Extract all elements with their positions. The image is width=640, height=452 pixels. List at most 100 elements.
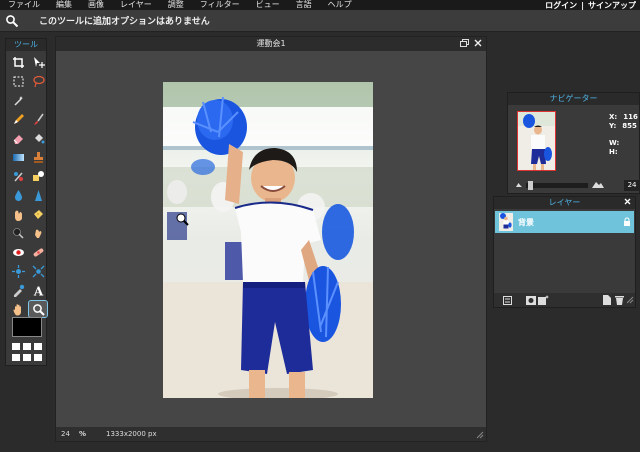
nav-x-value: 116 — [623, 113, 638, 121]
navigator-zoom-value[interactable]: 24 — [624, 179, 640, 191]
grid-icon[interactable] — [12, 343, 42, 361]
zoom-out-mountain-icon[interactable] — [516, 180, 522, 190]
trash-icon[interactable] — [614, 295, 624, 305]
type-tool[interactable]: A — [29, 282, 47, 298]
brush-tool[interactable] — [29, 111, 47, 127]
hand-tool[interactable] — [9, 301, 27, 317]
bandage-icon — [33, 247, 43, 257]
foreground-color-swatch[interactable] — [12, 317, 42, 337]
color-replace-tool[interactable] — [9, 168, 27, 184]
new-layer-icon[interactable] — [602, 295, 612, 305]
layer-thumbnail — [499, 213, 513, 231]
move-icon — [33, 56, 45, 68]
blur-tool[interactable] — [9, 187, 27, 203]
magnifier-icon — [5, 14, 19, 28]
layer-styles-icon[interactable] — [538, 295, 550, 305]
navigator-info: X: 116 Y: 855 W: H: — [609, 113, 638, 157]
auth-separator: | — [581, 0, 584, 10]
layers-panel: レイヤー 背景 — [493, 196, 636, 308]
zoom-icon — [32, 303, 45, 316]
spot-heal-tool[interactable] — [29, 244, 47, 260]
navigator-title: ナビゲーター — [508, 93, 639, 105]
dodge-tool[interactable] — [9, 225, 27, 241]
sharpen-icon — [34, 189, 42, 201]
document-size: 1333x2000 px — [106, 430, 157, 438]
menu-language[interactable]: 言語 — [296, 0, 312, 10]
drop-icon — [14, 189, 22, 201]
magic-wand-tool[interactable] — [9, 92, 27, 108]
red-eye-icon — [12, 248, 24, 256]
svg-text:A: A — [32, 284, 43, 297]
eraser-tool[interactable] — [9, 130, 27, 146]
close-icon[interactable] — [474, 39, 482, 50]
navigator-zoom: 24 — [516, 179, 640, 191]
sponge-tool[interactable] — [29, 206, 47, 222]
zoom-tool[interactable] — [28, 300, 48, 318]
resize-grip-icon[interactable] — [625, 295, 635, 305]
layer-mask-icon[interactable] — [526, 295, 536, 305]
zoom-in-mountain-icon[interactable] — [592, 180, 605, 191]
zoom-slider-handle[interactable] — [528, 180, 533, 190]
menu-image[interactable]: 画像 — [88, 0, 104, 10]
burn-tool[interactable] — [29, 225, 47, 241]
login-link[interactable]: ログイン — [545, 0, 577, 11]
canvas-area[interactable] — [56, 51, 486, 427]
stamp-icon — [33, 151, 43, 163]
nav-y-label: Y: — [609, 122, 617, 130]
document-window: 運動会1 24 % 1333x2000 px — [55, 36, 487, 442]
restore-window-icon[interactable] — [460, 38, 469, 50]
sharpen-tool[interactable] — [29, 187, 47, 203]
layer-item[interactable]: 背景 — [495, 211, 634, 233]
gradient-tool[interactable] — [9, 149, 27, 165]
menu-file[interactable]: ファイル — [8, 0, 40, 10]
menu-adjust[interactable]: 調整 — [168, 0, 184, 10]
move-tool[interactable] — [29, 54, 47, 70]
menu-help[interactable]: ヘルプ — [328, 0, 352, 10]
menu-layer[interactable]: レイヤー — [120, 0, 152, 10]
clone-stamp-tool[interactable] — [29, 149, 47, 165]
lasso-tool[interactable] — [29, 73, 47, 89]
menu-filter[interactable]: フィルター — [200, 0, 240, 10]
zoom-level[interactable]: 24 — [61, 430, 73, 438]
signup-link[interactable]: サインアップ — [588, 0, 636, 11]
pencil-tool[interactable] — [9, 111, 27, 127]
crop-tool[interactable] — [9, 54, 27, 70]
tools-panel-title: ツール — [6, 39, 46, 51]
resize-grip-icon[interactable] — [476, 431, 484, 439]
zoom-slider[interactable] — [526, 180, 589, 190]
eyedropper-icon — [13, 284, 24, 297]
type-icon: A — [32, 284, 43, 297]
canvas-photo[interactable] — [163, 82, 373, 398]
smudge-tool[interactable] — [9, 206, 27, 222]
color-replace-icon — [13, 171, 23, 181]
document-title: 運動会1 — [256, 39, 286, 48]
menu-edit[interactable]: 編集 — [56, 0, 72, 10]
fill-tool[interactable] — [29, 130, 47, 146]
sponge-icon — [33, 209, 43, 219]
document-controls — [460, 37, 482, 51]
drawing-tool[interactable] — [29, 168, 47, 184]
marquee-tool[interactable] — [9, 73, 27, 89]
dodge-icon — [12, 227, 24, 239]
pinch-icon — [32, 265, 44, 277]
menu-bar: ファイル 編集 画像 レイヤー 調整 フィルター ビュー 言語 ヘルプ ログイン… — [0, 0, 640, 10]
layer-name: 背景 — [518, 217, 534, 227]
bloat-tool[interactable] — [9, 263, 27, 279]
nav-w-label: W: — [609, 139, 620, 147]
lock-icon[interactable] — [623, 217, 631, 226]
color-picker-tool[interactable] — [9, 282, 27, 298]
shapes-icon — [32, 170, 44, 181]
tools-grid: A — [6, 51, 48, 318]
red-eye-tool[interactable] — [9, 244, 27, 260]
menu-view[interactable]: ビュー — [256, 0, 280, 10]
layer-settings-icon[interactable] — [502, 295, 512, 305]
crop-icon — [12, 56, 24, 68]
nav-x-label: X: — [609, 113, 618, 121]
burn-hand-icon — [34, 229, 41, 238]
navigator-thumbnail[interactable] — [517, 111, 556, 171]
tools-panel: ツール A — [5, 38, 48, 366]
hand-icon — [12, 303, 21, 315]
options-bar: このツールに追加オプションはありません — [0, 10, 640, 32]
pinch-tool[interactable] — [29, 263, 47, 279]
close-icon[interactable] — [624, 197, 631, 209]
